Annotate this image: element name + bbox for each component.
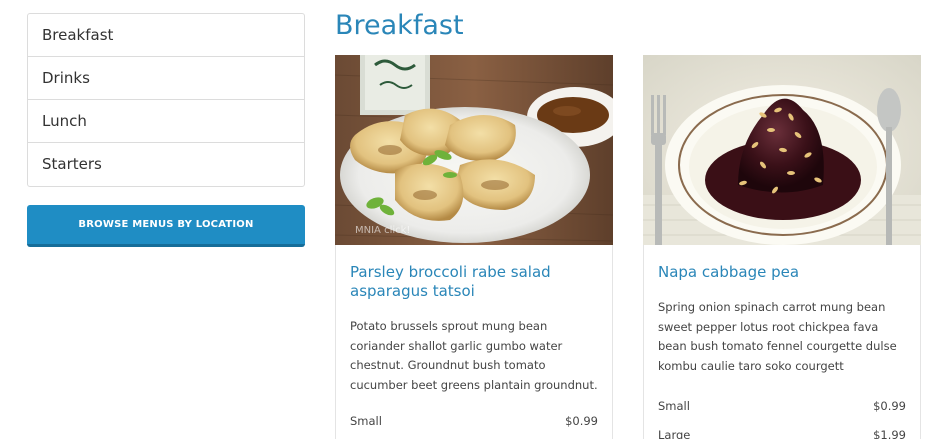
- price-value: $0.99: [565, 414, 598, 428]
- dessert-photo[interactable]: [643, 55, 921, 245]
- price-list: Small $0.99: [336, 407, 612, 436]
- price-row: Small $0.99: [658, 392, 906, 421]
- menu-card: MNIA click! Parsley broccoli rabe salad …: [335, 55, 613, 439]
- section-title: Breakfast: [335, 10, 464, 41]
- dish-description: Spring onion spinach carrot mung bean sw…: [658, 300, 897, 373]
- browse-menus-by-location-button[interactable]: BROWSE MENUS BY LOCATION: [27, 205, 305, 247]
- dumplings-photo[interactable]: MNIA click!: [335, 55, 613, 245]
- size-label: Small: [658, 399, 690, 413]
- dish-title[interactable]: Napa cabbage pea: [658, 263, 906, 282]
- price-row: Small $0.99: [350, 407, 598, 436]
- page: Breakfast Drinks Lunch Starters BROWSE M…: [0, 0, 950, 439]
- dish-description: Potato brussels sprout mung bean coriand…: [350, 319, 598, 392]
- menu-item-drinks[interactable]: Drinks: [28, 57, 304, 100]
- price-value: $0.99: [873, 399, 906, 413]
- menu-item-lunch[interactable]: Lunch: [28, 100, 304, 143]
- size-label: Large: [658, 428, 691, 439]
- price-row: Large $1.99: [658, 421, 906, 439]
- price-list: Small $0.99 Large $1.99: [644, 392, 920, 439]
- image-watermark: MNIA click!: [355, 225, 410, 236]
- price-value: $1.99: [873, 428, 906, 439]
- menu-item-breakfast[interactable]: Breakfast: [28, 14, 304, 57]
- size-label: Small: [350, 414, 382, 428]
- category-menu: Breakfast Drinks Lunch Starters: [27, 13, 305, 187]
- menu-item-starters[interactable]: Starters: [28, 143, 304, 186]
- dish-title[interactable]: Parsley broccoli rabe salad asparagus ta…: [350, 263, 598, 301]
- menu-card: Napa cabbage pea Spring onion spinach ca…: [643, 55, 921, 439]
